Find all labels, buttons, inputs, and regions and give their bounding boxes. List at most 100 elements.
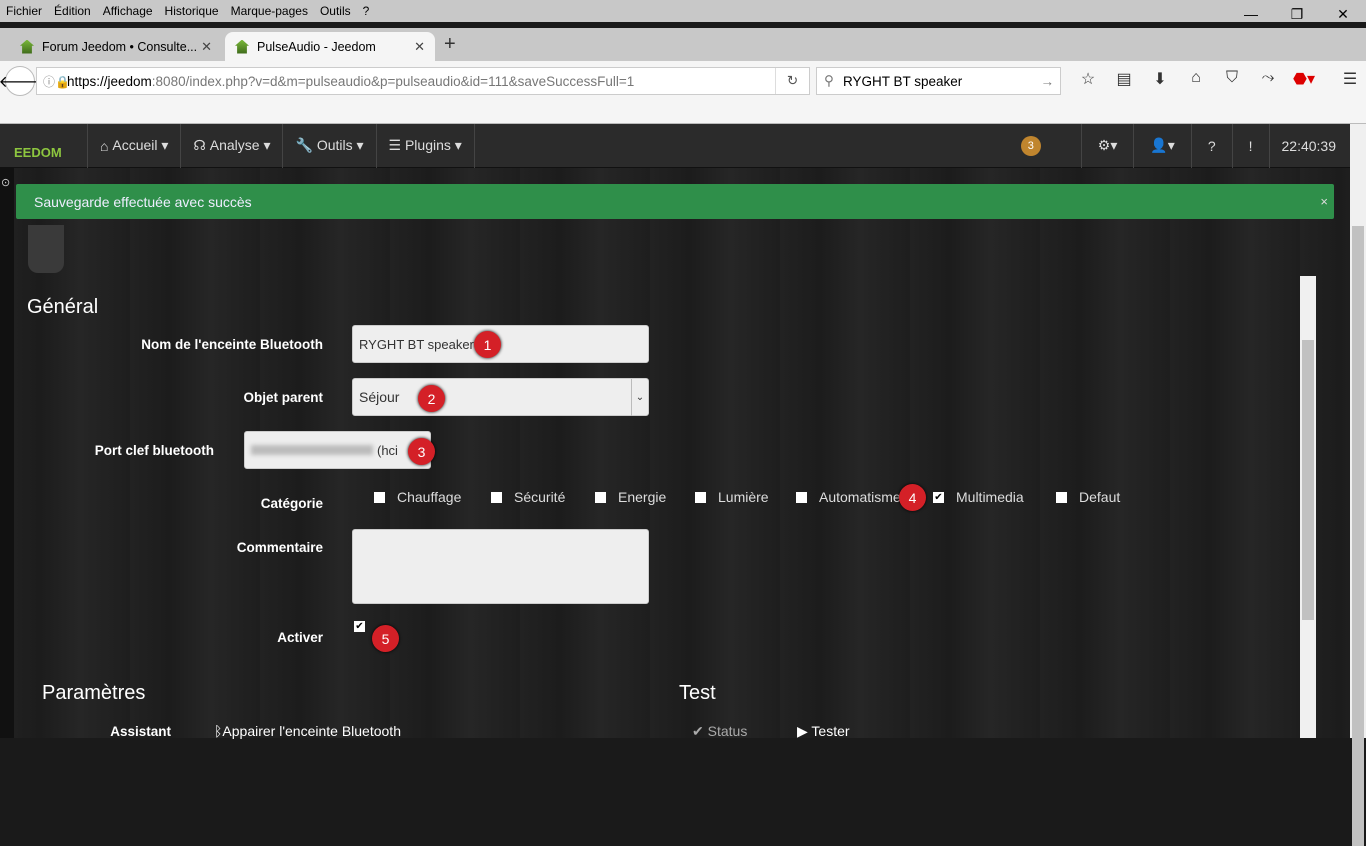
comment-label: Commentaire	[236, 540, 323, 555]
back-button[interactable]: 🡐	[0, 66, 41, 96]
content-scrollbar[interactable]	[1300, 276, 1316, 738]
pocket-icon[interactable]: ⛉	[1214, 69, 1250, 89]
tab-title: Forum Jeedom • Consulte...	[42, 39, 198, 54]
jeedom-favicon	[20, 39, 34, 54]
checkbox[interactable]	[1056, 491, 1067, 503]
tasks-icon: ☰	[388, 137, 405, 153]
settings-menu[interactable]: ⚙▾	[1080, 123, 1134, 168]
nav-accueil[interactable]: ⌂ Accueil ▾	[88, 123, 182, 168]
comment-textarea[interactable]	[352, 529, 649, 604]
nav-outils[interactable]: 🔧 Outils ▾	[283, 123, 377, 168]
menu-affichage[interactable]: Affichage	[103, 4, 153, 18]
nav-label: Accueil ▾	[112, 137, 169, 153]
success-alert: Sauvegarde effectuée avec succès ×	[16, 184, 1334, 219]
port-select[interactable]: (hci	[244, 431, 431, 469]
scrollbar-thumb[interactable]	[1302, 340, 1314, 620]
checkbox[interactable]	[374, 491, 385, 503]
download-icon[interactable]: ⬇	[1142, 69, 1178, 89]
nav-label: Plugins ▾	[404, 137, 462, 153]
assistant-label: Assistant	[110, 724, 171, 739]
checkbox-label: Sécurité	[514, 489, 566, 505]
parent-select[interactable]: Séjour ⌄	[352, 378, 649, 416]
checkbox-label: Lumière	[718, 489, 769, 505]
tab-pulseaudio[interactable]: PulseAudio - Jeedom ✕	[225, 32, 435, 61]
equipment-icon-tab[interactable]	[28, 225, 64, 273]
category-defaut[interactable]: Defaut	[1056, 489, 1120, 505]
menu-outils[interactable]: Outils	[320, 4, 351, 18]
exclamation-icon: !	[1248, 137, 1253, 154]
close-window-button[interactable]: ✕	[1320, 0, 1366, 28]
left-panel-toggle[interactable]: ⊙	[0, 168, 14, 738]
user-icon: 👤▾	[1150, 137, 1175, 153]
category-chauffage[interactable]: Chauffage	[374, 489, 461, 505]
checkbox[interactable]	[695, 491, 706, 503]
minimize-button[interactable]: —	[1228, 0, 1274, 28]
new-tab-button[interactable]: +	[444, 33, 456, 56]
category-energie[interactable]: Energie	[595, 489, 666, 505]
tab-forum[interactable]: Forum Jeedom • Consulte... ✕	[10, 32, 222, 61]
alert-close-button[interactable]: ×	[1320, 194, 1328, 209]
alert-button[interactable]: !	[1231, 123, 1269, 168]
port-value: (hci	[377, 442, 398, 458]
menu-edition[interactable]: Édition	[54, 4, 91, 18]
menu-fichier[interactable]: Fichier	[6, 4, 42, 18]
checkbox[interactable]	[796, 491, 807, 503]
parent-value: Séjour	[359, 389, 400, 405]
status-label: ✔ Status	[692, 723, 747, 740]
checkbox-checked[interactable]: ✔	[354, 621, 365, 632]
jeedom-logo[interactable]: EEDOM	[0, 123, 88, 168]
checkbox-label: Automatisme	[819, 489, 901, 505]
search-input[interactable]: ⚲ RYGHT BT speaker →	[816, 67, 1061, 95]
url-bar[interactable]: ⓘ🔒 https://jeedom:8080/index.php?v=d&m=p…	[36, 67, 810, 95]
wrench-icon: 🔧	[295, 137, 317, 153]
check-icon: ✔	[692, 723, 708, 739]
pair-bluetooth-link[interactable]: ᛒAppairer l'enceinte Bluetooth	[214, 723, 401, 739]
tab-strip: Forum Jeedom • Consulte... ✕ PulseAudio …	[0, 28, 1366, 61]
alert-message: Sauvegarde effectuée avec succès	[34, 193, 252, 210]
tester-button[interactable]: ▶ Tester	[797, 723, 850, 740]
checkbox[interactable]	[595, 491, 606, 503]
checkbox-checked[interactable]: ✔	[933, 491, 944, 503]
category-automatisme[interactable]: Automatisme	[796, 489, 901, 505]
home-icon[interactable]: ⌂	[1178, 69, 1214, 89]
close-tab-icon[interactable]: ✕	[414, 39, 425, 55]
hamburger-menu-icon[interactable]: ☰	[1332, 69, 1366, 89]
checkbox-label: Multimedia	[956, 489, 1024, 505]
nav-plugins[interactable]: ☰ Plugins ▾	[377, 123, 475, 168]
restore-button[interactable]: ❐	[1274, 0, 1320, 28]
page-scrollbar[interactable]	[1350, 124, 1366, 846]
jeedom-navbar: EEDOM ⌂ Accueil ▾ ☊ Analyse ▾ 🔧 Outils ▾…	[0, 123, 1350, 168]
home-icon: ⌂	[100, 137, 113, 154]
callout-5: 5	[372, 625, 399, 652]
reading-list-icon[interactable]: ▤	[1106, 69, 1142, 89]
tester-label: Tester	[811, 723, 850, 739]
blurred-address	[251, 445, 373, 455]
nav-analyse[interactable]: ☊ Analyse ▾	[181, 123, 284, 168]
category-securite[interactable]: Sécurité	[491, 489, 565, 505]
nav-toolbar: 🡐 ⓘ🔒 https://jeedom:8080/index.php?v=d&m…	[0, 61, 1366, 124]
search-go-icon[interactable]: →	[1041, 74, 1055, 89]
play-circle-icon: ▶	[797, 723, 812, 739]
help-button[interactable]: ?	[1190, 123, 1232, 168]
category-multimedia[interactable]: ✔ Multimedia	[933, 489, 1024, 505]
extension-icon[interactable]: ⤳	[1250, 69, 1286, 89]
close-tab-icon[interactable]: ✕	[201, 39, 212, 55]
bookmark-star-icon[interactable]: ☆	[1070, 69, 1106, 89]
checkbox[interactable]	[491, 491, 502, 503]
question-icon: ?	[1207, 137, 1216, 154]
menu-help[interactable]: ?	[363, 4, 370, 18]
message-badge[interactable]: 3	[1020, 135, 1041, 156]
scrollbar-thumb[interactable]	[1352, 226, 1364, 846]
category-lumiere[interactable]: Lumière	[695, 489, 769, 505]
user-menu[interactable]: 👤▾	[1133, 123, 1190, 168]
adblock-icon[interactable]: ⬣▾	[1286, 69, 1322, 89]
toggle-arrow-icon: ⊙	[1, 177, 11, 189]
info-lock-icon[interactable]: ⓘ🔒	[43, 73, 70, 90]
checkbox-label: Energie	[618, 489, 667, 505]
callout-1: 1	[474, 331, 501, 358]
menu-marque-pages[interactable]: Marque-pages	[231, 4, 308, 18]
reload-icon[interactable]: ↻	[775, 68, 809, 94]
search-icon: ⚲	[824, 73, 834, 88]
menu-historique[interactable]: Historique	[165, 4, 219, 18]
checkbox-label: Chauffage	[397, 489, 462, 505]
